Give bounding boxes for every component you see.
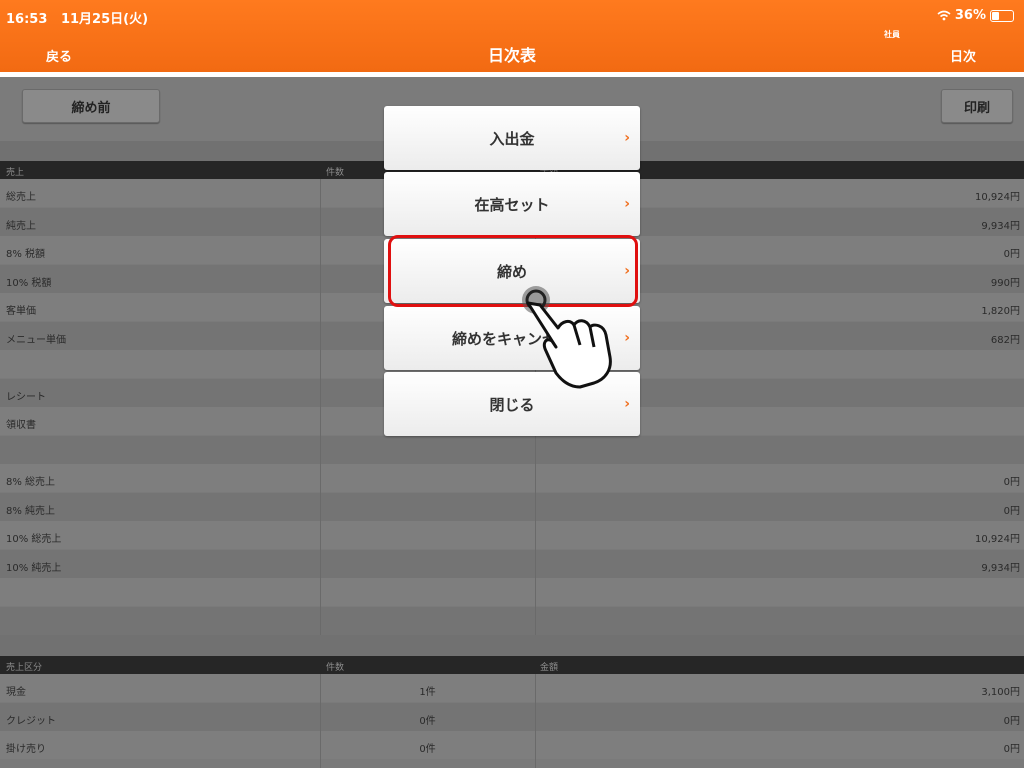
before-close-button[interactable]: 締め前 (22, 89, 160, 123)
row-count: 0件 (419, 744, 436, 755)
column-divider (320, 674, 321, 768)
row-label: 掛け売り (6, 744, 46, 755)
staff-label: 社員 (884, 30, 900, 39)
row-amount: 990円 (990, 277, 1020, 289)
row-label: 10% 純売上 (6, 562, 62, 574)
menu-item-label: 入出金 (489, 129, 535, 148)
menu-item-label: 在高セット (474, 195, 550, 214)
table-row: 現金 1件 3,100円 (0, 674, 1024, 702)
row-label: 8% 総売上 (6, 477, 56, 488)
table-row: 10% 総売上 10,924円 (0, 521, 1024, 549)
row-count: 0件 (419, 715, 436, 727)
status-bar-clock: 16:53 11月25日(火) (6, 8, 148, 27)
row-label: クレジット (6, 715, 56, 727)
status-time: 16:53 (6, 12, 48, 27)
table-row: クレジット 0件 0円 (0, 702, 1024, 731)
row-amount: 10,924円 (975, 534, 1020, 545)
row-amount: 10,924円 (975, 192, 1020, 203)
row-label: 10% 総売上 (6, 534, 62, 545)
chevron-right-icon: › (624, 196, 630, 212)
battery-percent: 36% (954, 8, 986, 23)
daily-button[interactable]: 日次 (950, 46, 976, 65)
column-header-category: 売上区分 (6, 663, 43, 673)
battery-icon (990, 9, 1014, 22)
table-row (0, 578, 1024, 606)
row-amount: 9,934円 (981, 220, 1020, 232)
table-row: 8% 純売上 0円 (0, 492, 1024, 521)
column-header-count: 件数 (326, 168, 345, 178)
chevron-right-icon: › (624, 130, 630, 146)
section-gap (0, 635, 1024, 656)
menu-item-cash-count[interactable]: 在高セット › (384, 172, 640, 236)
row-amount: 3,100円 (981, 687, 1020, 698)
column-divider (320, 179, 321, 635)
menu-item-label: 閉じる (489, 395, 535, 414)
row-label: 8% 税額 (6, 249, 46, 260)
row-amount: 9,934円 (981, 562, 1020, 574)
print-button[interactable]: 印刷 (941, 89, 1013, 123)
column-divider (535, 674, 536, 768)
row-label: レシート (6, 391, 46, 403)
row-amount: 1,820円 (981, 306, 1020, 317)
row-amount: 0円 (1003, 715, 1020, 727)
table-row: 8% 総売上 0円 (0, 464, 1024, 492)
row-amount: 0円 (1003, 477, 1020, 488)
hand-pointer-icon (522, 286, 612, 389)
column-header-amount: 金額 (540, 663, 559, 673)
row-label: 客単価 (6, 306, 36, 317)
column-header-sales: 売上 (6, 168, 25, 178)
row-label: 純売上 (6, 220, 36, 232)
row-amount: 0円 (1003, 505, 1020, 517)
row-label: メニュー単価 (6, 334, 66, 346)
row-amount: 682円 (990, 334, 1020, 346)
table-row: 10% 純売上 9,934円 (0, 549, 1024, 578)
page-title: 日次表 (487, 46, 536, 65)
menu-item-deposit-withdrawal[interactable]: 入出金 › (384, 106, 640, 170)
row-amount: 0円 (1003, 744, 1020, 755)
status-bar-right: 36% (937, 8, 1014, 23)
table-row (0, 435, 1024, 464)
row-amount: 0円 (1003, 249, 1020, 260)
status-date: 11月25日(火) (60, 12, 149, 27)
row-label: 総売上 (6, 192, 36, 203)
row-label: 領収書 (6, 420, 36, 431)
row-label: 8% 純売上 (6, 505, 56, 517)
row-count: 1件 (419, 687, 436, 698)
chevron-right-icon: › (624, 396, 630, 412)
table-row (0, 606, 1024, 635)
column-header-count: 件数 (326, 663, 345, 673)
app-header: 16:53 11月25日(火) 36% 戻る 日次表 社員 日次 (0, 0, 1024, 72)
row-label: 現金 (6, 687, 26, 698)
table-row: 掛け売り 0件 0円 (0, 731, 1024, 759)
category-table-header: 売上区分 件数 金額 (0, 656, 1024, 674)
wifi-icon (937, 10, 951, 21)
row-label: 10% 税額 (6, 277, 52, 289)
